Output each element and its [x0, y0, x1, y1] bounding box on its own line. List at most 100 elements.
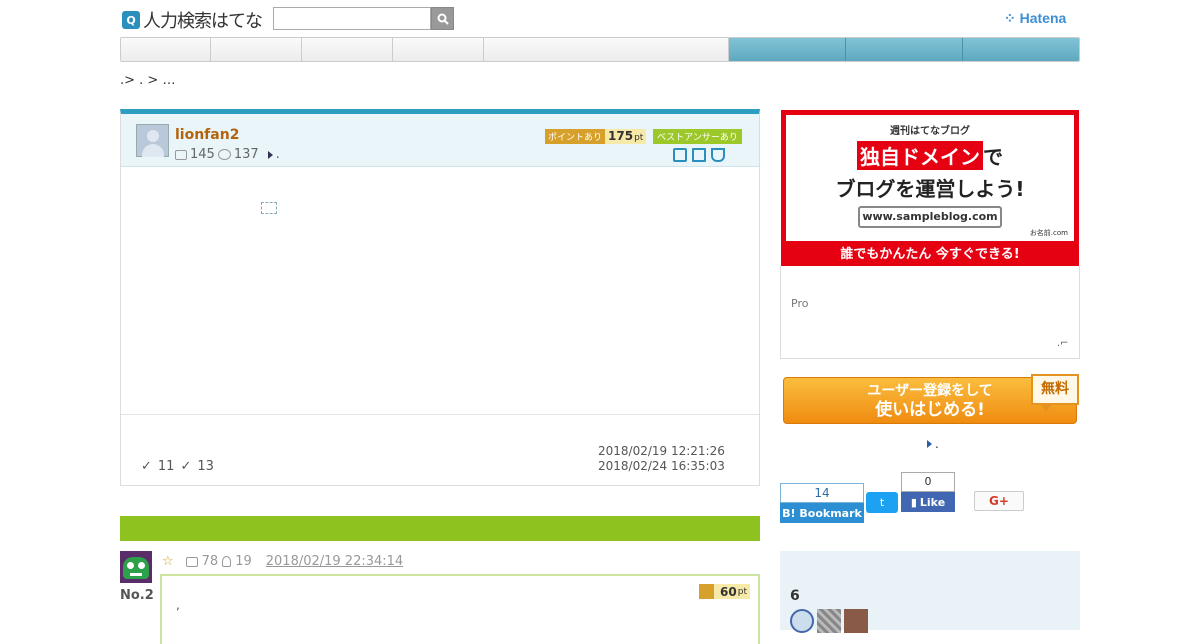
question-count: 145 — [190, 147, 215, 162]
question-dates: 2018/02/19 12:21:26 2018/02/24 16:35:03 — [598, 444, 725, 474]
nav-tab-5[interactable] — [484, 38, 729, 61]
nav-tab-4[interactable] — [393, 38, 484, 61]
point-label: ポイントあり — [545, 129, 606, 144]
ad-footer: 誰でもかんたん 今すぐできる! — [840, 247, 1020, 262]
answers-section-bar — [120, 516, 760, 541]
site-logo[interactable]: Q 人力検索はてな — [122, 8, 263, 32]
sidebar-users-panel: 6 — [780, 551, 1080, 633]
best-answer-badge: ベストアンサーあり — [653, 129, 742, 144]
breadcrumb[interactable]: .> . > … — [120, 73, 175, 88]
answerer-stat-a: 78 — [201, 554, 219, 569]
sidebar-ad-banner[interactable]: 週刊はてなブログ 独自ドメインで ブログを運営しよう! www.samplebl… — [781, 110, 1079, 266]
hatena-bookmark-button[interactable]: 14 B! Bookmark — [780, 483, 864, 523]
ad-highlight: 独自ドメイン — [857, 141, 983, 170]
hatena-brand-text: Hatena — [1019, 10, 1067, 26]
nav-tab-2[interactable] — [211, 38, 302, 61]
answer-points-unit: pt — [737, 586, 747, 597]
stats-suffix: . — [275, 147, 280, 162]
avatar[interactable] — [844, 609, 868, 633]
users-count: 6 — [790, 588, 800, 604]
answer-body: 60 pt , — [160, 574, 760, 644]
pro-box: Pro .⌐ — [780, 266, 1080, 359]
answer-meta: ☆ 78 19 2018/02/19 22:34:14 — [162, 554, 403, 569]
answer-text: , — [176, 598, 180, 612]
ad-headline-2: ブログを運営しよう! — [835, 177, 1025, 201]
date-closed: 2018/02/24 16:35:03 — [598, 459, 725, 473]
pro-label[interactable]: Pro — [791, 297, 808, 310]
question-icon — [673, 148, 687, 162]
search-button[interactable] — [431, 7, 454, 30]
gplus-button[interactable]: G+ — [974, 491, 1024, 511]
count-a: 11 — [157, 459, 175, 474]
question-type-icons — [673, 148, 725, 162]
facebook-like-label: Like — [919, 495, 946, 509]
facebook-like: ▮ Like — [901, 492, 955, 512]
asker-stats: 145 137 . — [175, 147, 280, 162]
count-b: 13 — [197, 459, 214, 474]
answer-date-link[interactable]: 2018/02/19 22:34:14 — [266, 554, 403, 569]
answerer-stat-b: 19 — [235, 554, 252, 569]
avatar[interactable] — [790, 609, 814, 633]
hatena-brand-link[interactable]: ⁘ Hatena — [1004, 10, 1066, 27]
facebook-count: 0 — [901, 472, 955, 492]
ad-kicker: 週刊はてなブログ — [890, 126, 970, 137]
user-avatars — [790, 609, 868, 633]
ad-url-box: www.sampleblog.com — [858, 206, 1002, 228]
search-input[interactable] — [273, 7, 431, 30]
nav-tab-1[interactable] — [121, 38, 211, 61]
twitter-icon: t — [879, 496, 885, 509]
hatena-logo-icon: ⁘ — [1004, 10, 1020, 26]
nav-tab-6[interactable] — [729, 38, 846, 61]
question-count-icon — [175, 149, 187, 160]
asker-avatar[interactable] — [136, 124, 169, 157]
arrow-right-icon[interactable] — [267, 150, 273, 159]
question-counts: ✓ 11 ✓ 13 — [141, 459, 214, 474]
ribbon-icon — [222, 556, 232, 567]
thumbs-up-icon: ▮ — [910, 495, 917, 509]
ad-headline-1: 独自ドメインで — [786, 141, 1074, 170]
monitor-icon — [692, 148, 706, 162]
nav-tab-8[interactable] — [963, 38, 1079, 61]
question-card: lionfan2 145 137 . ポイントあり 175 pt ベストアンサーあ… — [120, 109, 760, 486]
free-badge: 無料 — [1031, 374, 1079, 405]
date-posted: 2018/02/19 12:21:26 — [598, 444, 725, 458]
divider — [121, 414, 759, 415]
bookmark-label: B! Bookmark — [780, 503, 864, 523]
answer-count-icon — [217, 149, 231, 160]
nav-tab-3[interactable] — [302, 38, 393, 61]
point-badge: ポイントあり 175 pt — [545, 129, 647, 144]
twitter-button[interactable]: t — [866, 492, 898, 513]
answer-point-badge: 60 pt — [699, 584, 750, 599]
point-value: 175 pt — [605, 129, 647, 144]
check-icon: ✓ — [141, 459, 152, 474]
pro-mark: .⌐ — [1057, 338, 1069, 349]
ad-inner: 週刊はてなブログ 独自ドメインで ブログを運営しよう! www.samplebl… — [786, 115, 1074, 241]
flask-icon — [711, 148, 725, 162]
coin-icon — [699, 584, 715, 599]
arrow-right-icon — [927, 440, 932, 448]
ad-sponsor: お名前.com — [1029, 229, 1068, 237]
search-icon — [437, 13, 449, 25]
question-count-icon — [185, 556, 198, 567]
avatar[interactable] — [817, 609, 841, 633]
star-icon[interactable]: ☆ — [162, 554, 174, 569]
sidebar-link[interactable]: . — [927, 437, 939, 451]
answer-count: 137 — [233, 147, 259, 162]
question-header: lionfan2 145 137 . ポイントあり 175 pt ベストアンサーあ… — [121, 114, 759, 167]
answer-number: No.2 — [120, 588, 154, 603]
facebook-like-button[interactable]: 0 ▮ Like — [901, 472, 955, 512]
points-unit: pt — [634, 133, 644, 143]
answer-points: 60 — [720, 584, 737, 599]
free-badge-tail — [1040, 404, 1052, 412]
ad-headline-1-rest: で — [983, 145, 1003, 169]
broken-image-icon — [261, 202, 277, 214]
asker-name[interactable]: lionfan2 — [175, 127, 239, 143]
sidebar-link-text: . — [935, 437, 939, 451]
nav-tab-7[interactable] — [846, 38, 963, 61]
bookmark-count: 14 — [780, 483, 864, 503]
points: 175 — [608, 129, 634, 143]
check-icon: ✓ — [180, 459, 192, 474]
logo-text: 人力検索はてな — [143, 11, 263, 32]
logo-q-icon: Q — [122, 11, 140, 29]
answerer-avatar[interactable] — [120, 551, 152, 583]
